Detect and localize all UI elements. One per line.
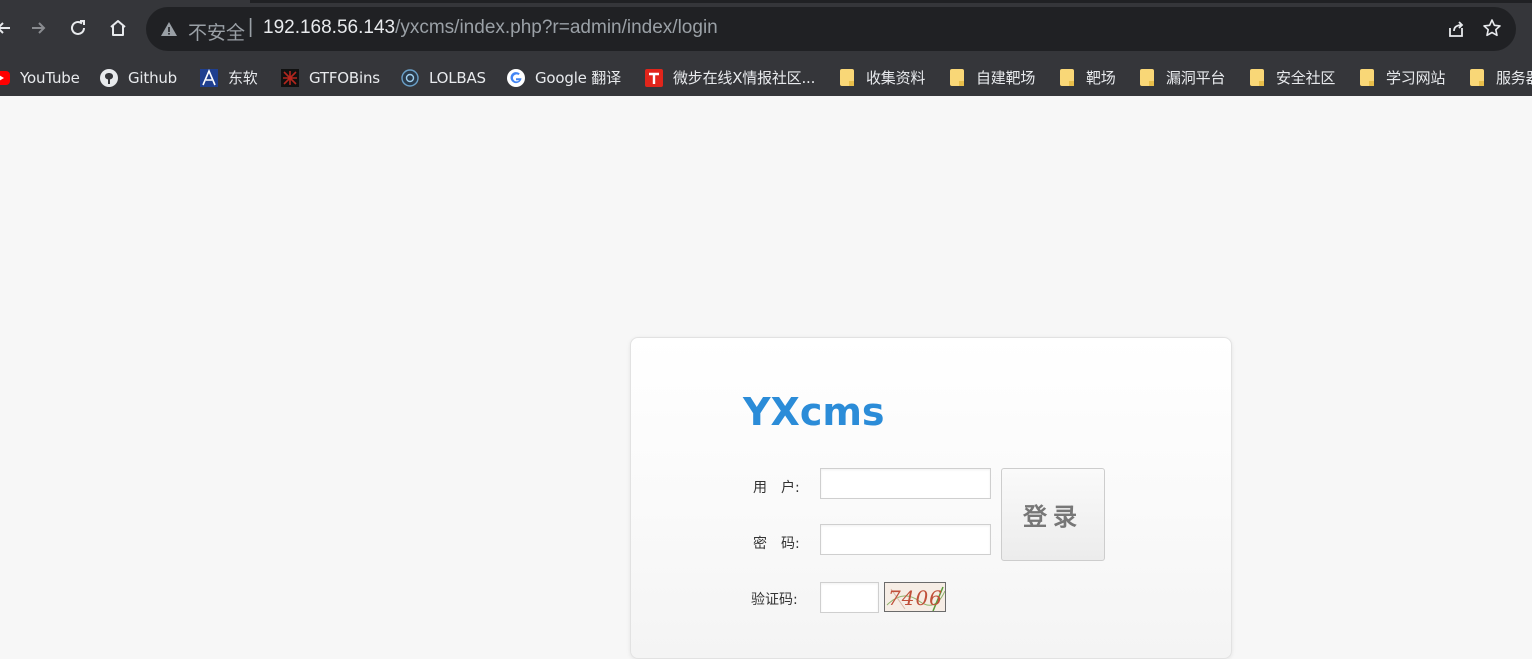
bookmark-folder-self-range[interactable]: 自建靶场 bbox=[948, 59, 1035, 96]
bookmark-google-translate[interactable]: Google 翻译 bbox=[507, 59, 621, 96]
bookmark-youtube[interactable]: YouTube bbox=[0, 59, 80, 96]
url-text[interactable]: 192.168.56.143/yxcms/index.php?r=admin/i… bbox=[263, 17, 718, 39]
reload-button[interactable] bbox=[64, 14, 92, 42]
bookmark-folder-range[interactable]: 靶场 bbox=[1058, 59, 1116, 96]
username-input[interactable] bbox=[820, 468, 991, 499]
login-panel: YXcms 用 户: 密 码: 验证码: 7406 登录 bbox=[630, 337, 1232, 659]
bookmark-label: 学习网站 bbox=[1386, 69, 1446, 87]
bookmark-label: 自建靶场 bbox=[976, 69, 1036, 87]
bookmark-folder-learning[interactable]: 学习网站 bbox=[1358, 59, 1445, 96]
bookmark-label: 微步在线X情报社区... bbox=[673, 69, 816, 87]
bookmark-github[interactable]: Github bbox=[100, 59, 177, 96]
share-icon[interactable] bbox=[1446, 19, 1466, 39]
home-icon bbox=[110, 20, 126, 36]
threatbook-icon bbox=[645, 68, 663, 87]
url-separator: | bbox=[248, 16, 254, 38]
captcha-label: 验证码: bbox=[751, 592, 798, 608]
bookmarks-bar: YouTube Github 东软 GTFOBins LOLBAS Google… bbox=[0, 59, 1532, 96]
forward-button[interactable] bbox=[24, 14, 52, 42]
bookmark-label: 收集资料 bbox=[866, 69, 926, 87]
security-status-label[interactable]: 不安全 bbox=[188, 18, 245, 45]
address-bar[interactable]: 不安全 | 192.168.56.143/yxcms/index.php?r=a… bbox=[146, 7, 1516, 51]
folder-icon bbox=[1248, 69, 1266, 87]
bookmark-folder-vuln-platform[interactable]: 漏洞平台 bbox=[1138, 59, 1225, 96]
folder-icon bbox=[1358, 69, 1376, 87]
folder-icon bbox=[1468, 69, 1486, 87]
url-path: /yxcms/index.php?r=admin/index/login bbox=[395, 17, 718, 38]
neusoft-icon bbox=[200, 68, 218, 87]
bookmark-label: 漏洞平台 bbox=[1166, 69, 1226, 87]
password-label: 密 码: bbox=[753, 536, 800, 552]
home-button[interactable] bbox=[104, 14, 132, 42]
password-input[interactable] bbox=[820, 524, 991, 555]
bookmark-label: 靶场 bbox=[1086, 69, 1116, 87]
captcha-input[interactable] bbox=[820, 582, 879, 613]
youtube-icon bbox=[0, 69, 10, 87]
bookmark-label: GTFOBins bbox=[309, 68, 380, 87]
star-icon[interactable] bbox=[1482, 18, 1502, 38]
lolbas-icon bbox=[401, 68, 419, 87]
bookmark-lolbas[interactable]: LOLBAS bbox=[401, 59, 486, 96]
bookmark-neusoft[interactable]: 东软 bbox=[200, 59, 258, 96]
github-icon bbox=[100, 68, 118, 87]
bookmark-folder-collect[interactable]: 收集资料 bbox=[838, 59, 925, 96]
bookmark-label: Github bbox=[128, 68, 178, 87]
folder-icon bbox=[838, 69, 856, 87]
tab-strip-edge bbox=[250, 0, 1532, 3]
back-icon bbox=[0, 22, 10, 34]
bookmark-folder-security-community[interactable]: 安全社区 bbox=[1248, 59, 1335, 96]
bookmark-label: YouTube bbox=[20, 68, 80, 87]
folder-icon bbox=[1138, 69, 1156, 87]
bookmark-threatbook[interactable]: 微步在线X情报社区... bbox=[645, 59, 815, 96]
bookmark-label: 东软 bbox=[228, 69, 258, 87]
bookmark-folder-server[interactable]: 服务器 bbox=[1468, 59, 1532, 96]
yxcms-logo: YXcms bbox=[743, 390, 885, 434]
username-label: 用 户: bbox=[753, 480, 800, 496]
forward-icon bbox=[32, 22, 46, 34]
warning-icon[interactable] bbox=[160, 20, 178, 38]
gtfobins-icon bbox=[281, 68, 299, 87]
captcha-text: 7406 bbox=[888, 586, 943, 610]
bookmark-label: 服务器 bbox=[1496, 69, 1532, 87]
back-button[interactable] bbox=[0, 14, 18, 42]
folder-icon bbox=[1058, 69, 1076, 87]
google-icon bbox=[507, 68, 525, 87]
folder-icon bbox=[948, 69, 966, 87]
bookmark-label: Google 翻译 bbox=[535, 69, 621, 87]
browser-toolbar: 不安全 | 192.168.56.143/yxcms/index.php?r=a… bbox=[0, 0, 1532, 59]
bookmark-label: 安全社区 bbox=[1276, 69, 1336, 87]
reload-icon bbox=[71, 20, 85, 35]
bookmark-label: LOLBAS bbox=[429, 68, 486, 87]
bookmark-gtfobins[interactable]: GTFOBins bbox=[281, 59, 380, 96]
login-button[interactable]: 登录 bbox=[1001, 468, 1105, 561]
url-host: 192.168.56.143 bbox=[263, 17, 396, 38]
captcha-image[interactable]: 7406 bbox=[884, 582, 946, 612]
